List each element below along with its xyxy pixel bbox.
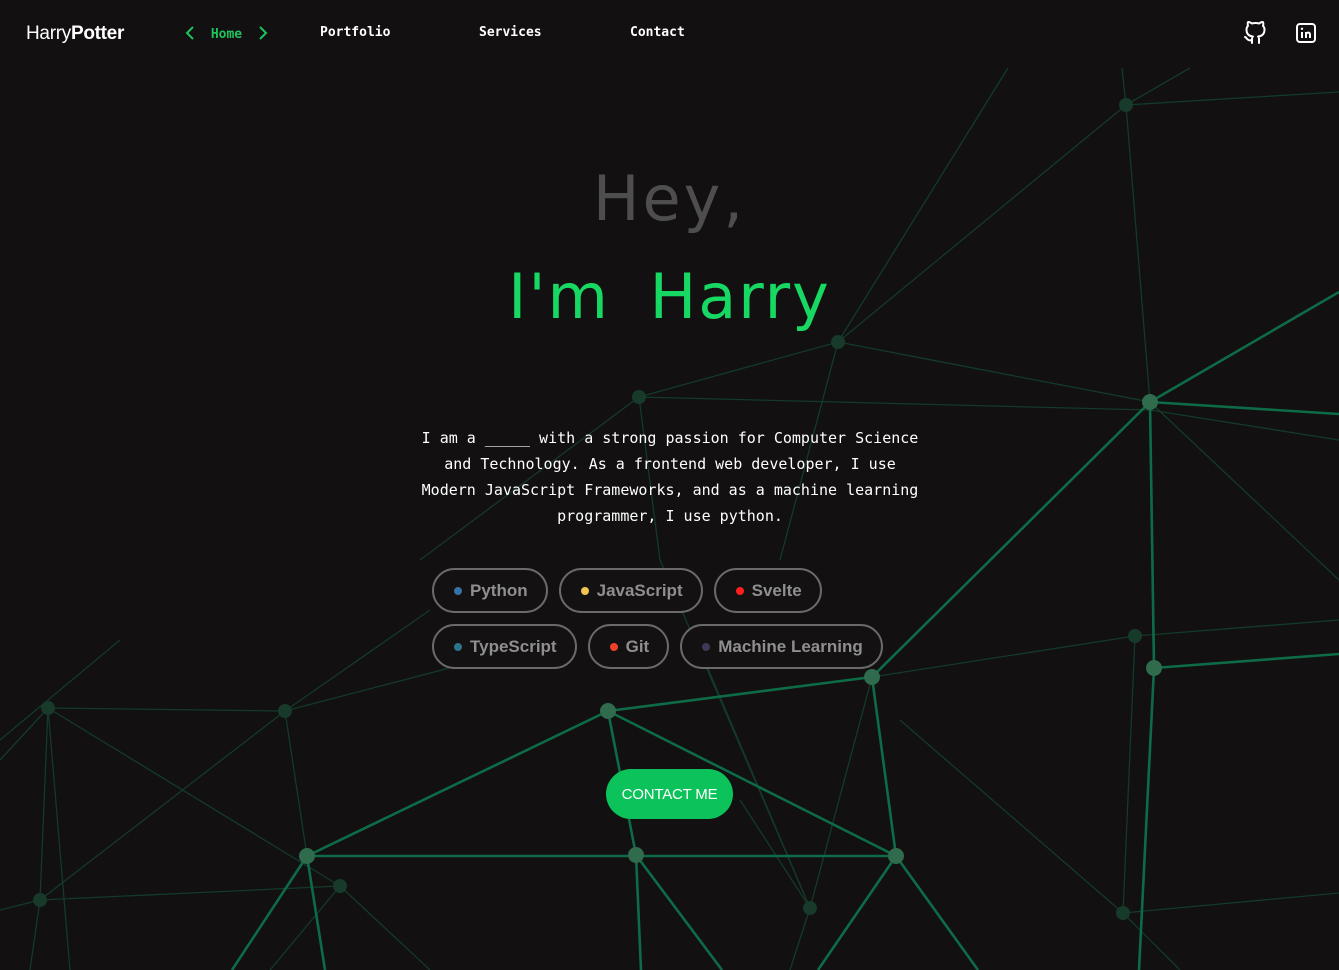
skill-tag-label: Python [470,580,528,600]
hero-name: I'm Harry [508,260,831,333]
skill-tag-python: Python [432,568,548,613]
hero-section: Hey, I'm Harry I am a _____ with a stron… [0,0,1339,970]
language-color-dot [454,586,462,595]
logo-first-name: Harry [26,23,71,44]
skill-tag-label: Git [625,636,650,656]
skill-tag-javascript: JavaScript [558,568,703,613]
skill-tag-svelte: Svelte [713,568,822,613]
logo-last-name: Potter [70,23,125,44]
nav-item-services[interactable]: Services [479,25,542,40]
nav-item-portfolio[interactable]: Portfolio [320,25,390,40]
contact-me-button[interactable]: CONTACT ME [606,769,733,819]
skill-tag-label: TypeScript [470,636,557,656]
skill-tag-git: Git [587,624,670,669]
site-logo[interactable]: HarryPotter [26,23,124,45]
language-color-dot [580,586,589,595]
skill-tag-label: JavaScript [596,580,683,600]
linkedin-icon[interactable] [1294,21,1318,45]
language-color-dot [609,642,618,651]
nav-item-home[interactable]: Home [183,25,270,42]
skill-tag-label: Machine Learning [718,636,863,656]
top-navbar: HarryPotter Home Portfolio Services Cont… [0,0,1339,68]
language-color-dot [702,642,711,651]
hero-greeting: Hey, [592,162,747,235]
nav-item-contact[interactable]: Contact [630,25,685,40]
hero-description: I am a _____ with a strong passion for C… [421,429,919,525]
skill-tag-typescript: TypeScript [432,624,577,669]
skill-tags: Python JavaScript Svelte TypeScript Git [432,568,912,680]
github-icon[interactable] [1243,21,1267,45]
language-color-dot [735,586,744,595]
skill-tag-label: Svelte [751,580,802,600]
chevron-left-icon [185,26,194,40]
chevron-right-icon [259,26,268,40]
language-color-dot [454,642,462,651]
nav-item-home-label: Home [210,27,243,42]
skill-tag-machine-learning: Machine Learning [680,624,883,669]
